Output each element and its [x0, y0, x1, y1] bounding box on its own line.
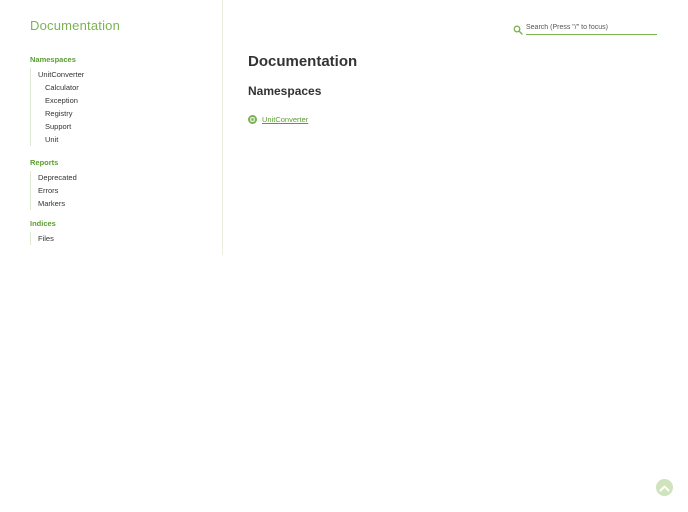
namespace-link-unitconverter[interactable]: UnitConverter [262, 115, 308, 124]
sidebar-item-files[interactable]: Files [31, 232, 54, 245]
sidebar-item-exception[interactable]: Exception [31, 94, 84, 107]
page-title: Documentation [248, 53, 358, 70]
nav-group-indices: Files [30, 232, 54, 245]
namespace-entry: UnitConverter [248, 114, 308, 125]
sidebar-item-errors[interactable]: Errors [31, 184, 77, 197]
search-bar [513, 20, 658, 35]
sidebar-item-unitconverter[interactable]: UnitConverter [31, 68, 84, 81]
namespace-icon [248, 115, 257, 124]
sidebar-item-deprecated[interactable]: Deprecated [31, 171, 77, 184]
sidebar-item-support[interactable]: Support [31, 120, 84, 133]
sidebar-item-registry[interactable]: Registry [31, 107, 84, 120]
nav-group-reports: Deprecated Errors Markers [30, 171, 77, 210]
section-heading-namespaces: Namespaces [248, 84, 322, 98]
brand-link[interactable]: Documentation [30, 18, 120, 33]
section-title-indices: Indices [30, 219, 56, 228]
chevron-up-icon [659, 484, 670, 492]
search-input[interactable] [526, 20, 657, 35]
nav-group-namespaces: UnitConverter Calculator Exception Regis… [30, 68, 84, 146]
sidebar-item-unit[interactable]: Unit [31, 133, 84, 146]
section-title-namespaces: Namespaces [30, 55, 76, 64]
back-to-top-button[interactable] [656, 479, 673, 496]
sidebar-item-markers[interactable]: Markers [31, 197, 77, 210]
section-title-reports: Reports [30, 158, 59, 167]
page: Documentation Namespaces UnitConverter C… [0, 0, 688, 512]
sidebar-item-calculator[interactable]: Calculator [31, 81, 84, 94]
sidebar: Documentation Namespaces UnitConverter C… [0, 0, 223, 255]
search-icon [513, 22, 523, 35]
